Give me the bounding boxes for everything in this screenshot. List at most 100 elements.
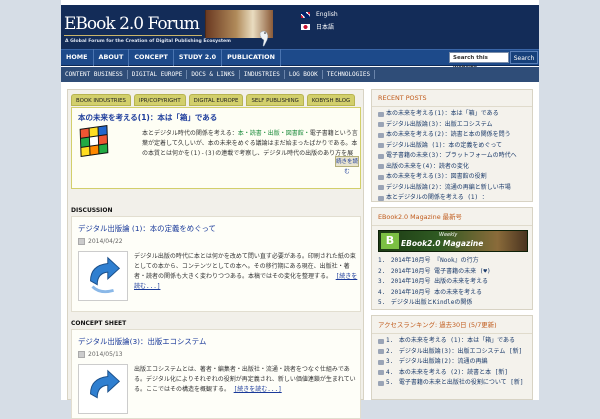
list-item[interactable]: 出版の未来を(4)：読者の変化 [378, 162, 526, 173]
tab-book-industries[interactable]: BOOK INDUSTRIES [71, 94, 131, 106]
widget-title: RECENT POSTS [372, 90, 532, 107]
post-excerpt: デジタル出版の時代に本とは何かを改めて問い直す必要がある。印刷された紙の束として… [134, 252, 359, 292]
magazine-list: 1. 2014年10月号 『Nook』の行方 2. 2014年10月号 電子書籍… [372, 254, 532, 311]
list-item[interactable]: デジタル出版論 (1)：本の定義をめぐって [378, 141, 526, 152]
list-item[interactable]: 3. デジタル出版論(2)：流通の再編 [378, 357, 526, 368]
section-label-discussion: DISCUSSION [71, 207, 113, 214]
category-tabs: BOOK INDUSTRIES IPR/COPYRIGHT DIGITAL EU… [71, 94, 356, 106]
magazine-banner-title: EBook2.0 Magazine [401, 239, 484, 248]
list-item[interactable]: 電子書籍の未来(3)：プラットフォームの時代へ [378, 151, 526, 162]
post-bullet-icon [378, 185, 384, 191]
refresh-arrow-icon [78, 251, 128, 301]
magazine-logo-icon: B [381, 233, 399, 249]
post-bullet-icon [378, 122, 384, 128]
widget-title: アクセスランキング: 過去30日 (5/7更新) [372, 316, 532, 334]
bird-icon [259, 30, 269, 47]
read-more-button[interactable]: 続きを読む [335, 156, 359, 175]
nav-item-study[interactable]: STUDY 2.0 [174, 49, 223, 66]
nav-item-publication[interactable]: PUBLICATION [222, 49, 281, 66]
tab-digital-europe[interactable]: DIGITAL EUROPE [188, 94, 244, 106]
post-bullet-icon [378, 111, 384, 117]
post-bullet-icon [378, 132, 384, 138]
rubiks-cube-image [79, 124, 109, 158]
list-item[interactable]: 本の未来を考える(1)：本は「箱」である [378, 109, 526, 120]
list-item[interactable]: デジタル出版論(3)：出版エコシステム [378, 120, 526, 131]
lang-japanese-link[interactable]: 日本語 [301, 22, 334, 31]
lang-english-label: English [316, 11, 338, 18]
rank-bullet-icon [378, 349, 384, 355]
post-bullet-icon [378, 164, 384, 170]
magazine-weekly-label: Weekly [439, 232, 458, 238]
refresh-arrow-icon [78, 364, 128, 414]
post-bullet-icon [378, 195, 384, 201]
lang-english-link[interactable]: English [301, 11, 338, 18]
rank-bullet-icon [378, 380, 384, 386]
section-label-concept-sheet: CONCEPT SHEET [71, 320, 127, 327]
rank-bullet-icon [378, 370, 384, 376]
subnav-item-log-book[interactable]: LOG BOOK [285, 70, 323, 79]
list-item[interactable]: 2. 2014年10月号 電子書籍の未来 (♥) [378, 267, 526, 278]
nav-item-about[interactable]: ABOUT [94, 49, 130, 66]
list-item[interactable]: 4. 本の未来を考える (2)：読書と本 [新] [378, 368, 526, 379]
sub-nav: CONTENT BUSINESS DIGITAL EUROPE DOCS & L… [61, 67, 539, 82]
nav-item-concept[interactable]: CONCEPT [129, 49, 174, 66]
post-discussion: デジタル出版論 (1)：本の定義をめぐって 2014/04/22 デジタル出版の… [71, 216, 361, 312]
post-title[interactable]: デジタル出版論(3)：出版エコシステム [78, 336, 206, 347]
list-item[interactable]: 本の未来を考える(2)：読書と本の関係を問う [378, 130, 526, 141]
calendar-icon [78, 238, 85, 245]
list-item[interactable]: 2. デジタル出版論(3)：出版エコシステム [新] [378, 347, 526, 358]
list-item[interactable]: 3. 2014年10月号 出版の未来を考える [378, 277, 526, 288]
read-more-link[interactable]: [続きを読む...] [234, 386, 282, 393]
main-content: BOOK INDUSTRIES IPR/COPYRIGHT DIGITAL EU… [67, 89, 364, 419]
post-excerpt-text: デジタル出版の時代に本とは何かを改めて問い直す必要がある。印刷された紙の束として… [134, 253, 356, 280]
search-input[interactable]: Search this website [449, 52, 509, 71]
featured-excerpt-lead: 本とデジタル時代の関係を考える： [142, 130, 238, 137]
ranking-widget: アクセスランキング: 過去30日 (5/7更新) 1. 本の未来を考える (1)… [371, 315, 533, 400]
list-item[interactable]: 1. 2014年10月号 『Nook』の行方 [378, 256, 526, 267]
nav-item-home[interactable]: HOME [61, 49, 94, 66]
logo-divider [64, 35, 202, 36]
list-item[interactable]: デジタル出版論(2)：流通の再編と新しい市場 [378, 183, 526, 194]
post-date-text: 2014/05/13 [88, 351, 123, 358]
post-bullet-icon [378, 143, 384, 149]
subnav-item-industries[interactable]: INDUSTRIES [240, 70, 285, 79]
recent-posts-list: 本の未来を考える(1)：本は「箱」である デジタル出版論(3)：出版エコシステム… [372, 107, 532, 206]
calendar-icon [78, 351, 85, 358]
ranking-list: 1. 本の未来を考える (1)：本は「箱」である 2. デジタル出版論(3)：出… [372, 334, 532, 391]
list-item[interactable]: 5. 電子書籍の未来と出版社の役割について [新] [378, 378, 526, 389]
tab-ipr-copyright[interactable]: IPR/COPYRIGHT [133, 94, 186, 106]
magazine-widget: EBook2.0 Magazine 最新号 B Weekly EBook2.0 … [371, 207, 533, 310]
featured-post-title[interactable]: 本の未来を考える(1)：本は「箱」である [78, 112, 217, 123]
tab-self-publishing[interactable]: SELF PUBLISHING [246, 94, 304, 106]
search-button[interactable]: Search [510, 51, 538, 64]
site-header: EBook 2.0 Forum A Global Forum for the C… [61, 5, 539, 49]
lang-japanese-label: 日本語 [316, 24, 335, 31]
post-date: 2014/05/13 [78, 351, 123, 358]
subnav-item-content-business[interactable]: CONTENT BUSINESS [61, 70, 128, 79]
list-item[interactable]: 5. デジタル出版とKindleの関係 [378, 298, 526, 309]
rank-bullet-icon [378, 338, 384, 344]
sidebar: RECENT POSTS 本の未来を考える(1)：本は「箱」である デジタル出版… [371, 89, 533, 400]
rank-bullet-icon [378, 359, 384, 365]
featured-post: 本の未来を考える(1)：本は「箱」である 本とデジタル時代の関係を考える：本・読… [71, 107, 361, 189]
site-tagline: A Global Forum for the Creation of Digit… [65, 39, 231, 44]
magazine-banner[interactable]: B Weekly EBook2.0 Magazine [378, 230, 528, 252]
featured-post-excerpt: 本とデジタル時代の関係を考える：本・読書・出版・図書館・電子書籍という言葉が定着… [142, 129, 358, 159]
list-item[interactable]: 本の未来を考える(3)：図書館の役割 [378, 172, 526, 183]
post-title[interactable]: デジタル出版論 (1)：本の定義をめぐって [78, 223, 216, 234]
site-logo[interactable]: EBook 2.0 Forum [64, 14, 200, 34]
post-date: 2014/04/22 [78, 238, 123, 245]
tab-kobysh-blog[interactable]: KOBYSH BLOG [306, 94, 356, 106]
page-wrapper: EBook 2.0 Forum A Global Forum for the C… [61, 0, 539, 419]
subnav-item-docs-links[interactable]: DOCS & LINKS [187, 70, 240, 79]
featured-excerpt-highlight: 本・読書・出版・図書館・ [237, 130, 310, 137]
post-concept-sheet: デジタル出版論(3)：出版エコシステム 2014/05/13 出版エコシステムと… [71, 329, 361, 419]
post-date-text: 2014/04/22 [88, 238, 123, 245]
list-item[interactable]: 4. 2014年10月号 本の未来を考える [378, 288, 526, 299]
recent-posts-widget: RECENT POSTS 本の未来を考える(1)：本は「箱」である デジタル出版… [371, 89, 533, 202]
subnav-item-digital-europe[interactable]: DIGITAL EUROPE [128, 70, 188, 79]
list-item[interactable]: 本とデジタルの関係を考える (1) ： [378, 193, 526, 204]
subnav-item-technologies[interactable]: TECHNOLOGIES [323, 70, 376, 79]
list-item[interactable]: 1. 本の未来を考える (1)：本は「箱」である [378, 336, 526, 347]
post-excerpt: 出版エコシステムとは、著者・編集者・出版社・流通・読者をつなぐ仕組みである。デジ… [134, 365, 359, 405]
